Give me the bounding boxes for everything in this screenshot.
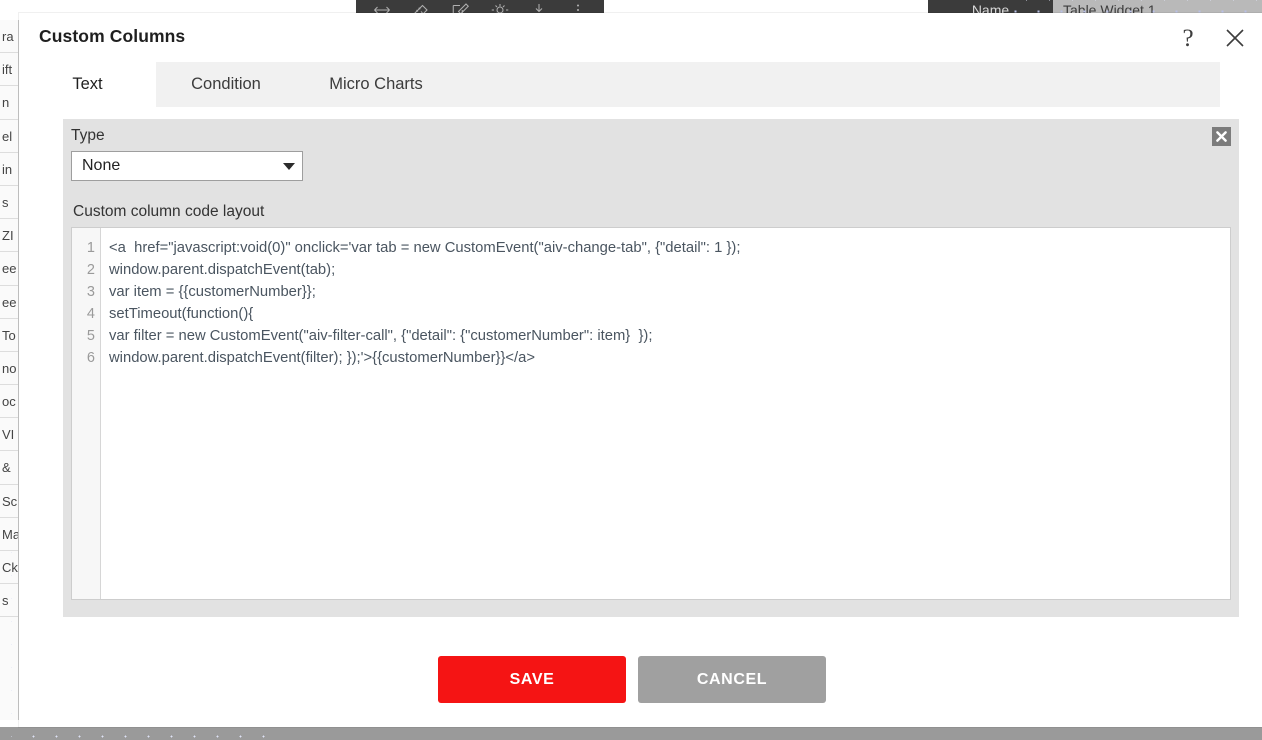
code-line: window.parent.dispatchEvent(tab); <box>109 262 336 278</box>
list-item[interactable]: n <box>0 86 18 120</box>
list-item[interactable]: Ma <box>0 518 18 551</box>
list-item[interactable]: ra <box>0 20 18 54</box>
list-item[interactable]: ZI <box>0 219 18 253</box>
code-line: setTimeout(function(){ <box>109 306 254 322</box>
list-item[interactable]: oc <box>0 385 18 419</box>
tab-micro-charts[interactable]: Micro Charts <box>296 62 456 107</box>
line-number: 5 <box>86 328 95 344</box>
list-item[interactable]: VI <box>0 418 18 452</box>
list-item[interactable]: ee <box>0 286 18 319</box>
custom-columns-dialog: Custom Columns ? Text Condition Micro Ch… <box>19 13 1262 727</box>
type-section: Type None <box>63 119 1239 197</box>
list-item[interactable]: s <box>0 584 18 618</box>
code-line: <a href="javascript:void(0)" onclick='va… <box>109 240 741 256</box>
list-item[interactable]: el <box>0 120 18 153</box>
close-icon <box>1225 28 1245 48</box>
tab-condition[interactable]: Condition <box>156 62 296 107</box>
line-number: 4 <box>86 306 95 322</box>
remove-type-button[interactable] <box>1212 127 1231 146</box>
code-section: Custom column code layout 1 2 3 4 5 6 <a… <box>63 197 1239 617</box>
line-number: 2 <box>86 262 95 278</box>
close-dialog-button[interactable] <box>1220 23 1250 53</box>
code-content[interactable]: <a href="javascript:void(0)" onclick='va… <box>101 228 1230 599</box>
list-item[interactable]: To <box>0 319 18 352</box>
list-item[interactable]: Sc <box>0 485 18 518</box>
save-button[interactable]: SAVE <box>438 656 626 703</box>
dialog-title: Custom Columns <box>39 26 186 46</box>
code-line: var filter = new CustomEvent("aiv-filter… <box>109 328 653 344</box>
code-line: window.parent.dispatchEvent(filter); });… <box>109 350 536 366</box>
type-select[interactable]: None <box>71 151 303 181</box>
list-item[interactable]: & <box>0 451 18 485</box>
background-bottom-strip <box>0 727 1262 740</box>
question-mark-icon: ? <box>1182 24 1194 52</box>
dialog-tabbar: Text Condition Micro Charts <box>19 62 1220 107</box>
list-item[interactable]: ee <box>0 252 18 286</box>
chevron-down-icon <box>276 162 302 170</box>
list-item[interactable]: in <box>0 153 18 186</box>
list-item[interactable]: Ck <box>0 551 18 585</box>
code-editor[interactable]: 1 2 3 4 5 6 <a href="javascript:void(0)"… <box>71 227 1231 600</box>
background-left-list[interactable]: ra ift n el in s ZI ee ee To no oc VI & … <box>0 20 19 720</box>
line-number: 3 <box>86 284 95 300</box>
list-item[interactable]: no <box>0 352 18 386</box>
code-gutter: 1 2 3 4 5 6 <box>72 228 101 599</box>
dialog-footer: SAVE CANCEL <box>19 634 1262 727</box>
type-select-value: None <box>82 157 121 174</box>
line-number: 6 <box>86 350 95 366</box>
code-section-caption: Custom column code layout <box>73 203 265 220</box>
dialog-window-controls: ? <box>1173 23 1250 53</box>
line-number: 1 <box>86 240 95 256</box>
type-label: Type <box>71 127 105 144</box>
code-line: var item = {{customerNumber}}; <box>109 284 316 300</box>
list-item[interactable]: s <box>0 186 18 220</box>
tab-text[interactable]: Text <box>19 62 156 107</box>
list-item[interactable]: ift <box>0 53 18 87</box>
help-button[interactable]: ? <box>1173 23 1203 53</box>
cancel-button[interactable]: CANCEL <box>638 656 826 703</box>
